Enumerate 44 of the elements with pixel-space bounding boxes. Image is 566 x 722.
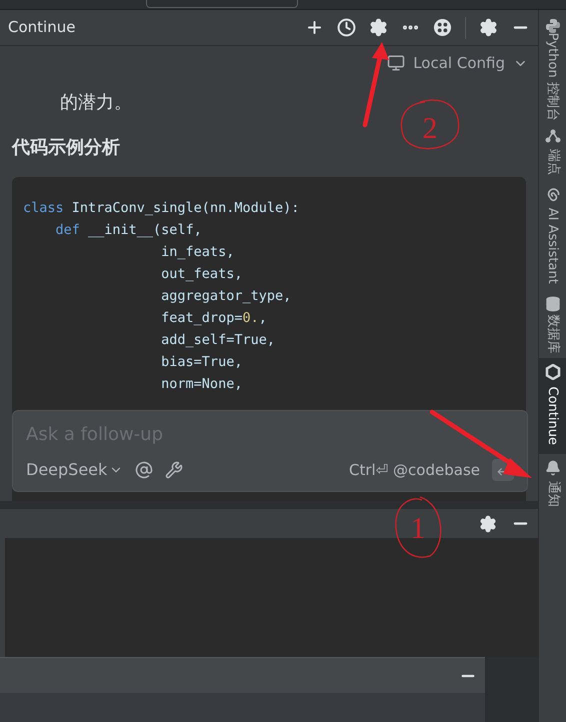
add-icon[interactable] bbox=[305, 18, 324, 37]
wrench-icon[interactable] bbox=[165, 461, 184, 479]
sidebar-tab-label: 端点 bbox=[544, 149, 562, 175]
monitor-icon bbox=[387, 54, 406, 72]
database-icon bbox=[544, 296, 560, 312]
python-icon bbox=[544, 18, 560, 34]
code-line: def __init__(self, bbox=[54, 220, 203, 240]
chat-text: 的潜力。 bbox=[60, 90, 133, 114]
grid-dots-icon[interactable] bbox=[433, 18, 452, 37]
panel-title: Continue bbox=[8, 17, 76, 38]
sidebar-tab-label: Python 控制台 bbox=[544, 32, 562, 122]
sidebar-tab[interactable]: Continue bbox=[538, 358, 566, 454]
sidebar-tab-label: AI Assistant bbox=[544, 208, 562, 284]
code-line: aggregator_type, bbox=[160, 286, 292, 306]
code-line: bias=True, bbox=[160, 352, 244, 372]
history-icon[interactable] bbox=[337, 18, 356, 37]
code-line: out_feats, bbox=[160, 264, 244, 284]
toolbar-field[interactable] bbox=[146, 0, 298, 8]
sidebar-tab[interactable]: 端点 bbox=[538, 122, 566, 182]
nodes-icon bbox=[544, 128, 560, 144]
sidebar-tab-label: 数据库 bbox=[544, 314, 562, 354]
config-selector[interactable]: Local Config bbox=[387, 52, 528, 74]
settings-icon[interactable] bbox=[369, 18, 388, 37]
shortcut-hint: Ctrl⏎ @codebase bbox=[349, 460, 480, 481]
code-line: feat_drop=0., bbox=[160, 308, 268, 328]
model-selector[interactable]: DeepSeek bbox=[26, 458, 124, 482]
code-line: in_feats, bbox=[160, 242, 236, 262]
code-line: norm=None, bbox=[160, 374, 244, 394]
annotation-number: 2 bbox=[422, 112, 438, 145]
sidebar-tab-label: 通知 bbox=[544, 481, 562, 507]
sidebar-tab-label: Continue bbox=[544, 386, 562, 446]
bell-icon bbox=[544, 460, 560, 476]
sidebar-tab[interactable]: Python 控制台 bbox=[538, 12, 566, 122]
mention-icon[interactable] bbox=[135, 461, 154, 479]
settings-icon[interactable] bbox=[479, 18, 498, 37]
sidebar-tab[interactable]: AI Assistant bbox=[538, 182, 566, 290]
code-line: class IntraConv_single(nn.Module): bbox=[23, 198, 300, 218]
section-heading: 代码示例分析 bbox=[12, 136, 121, 160]
sidebar-tab[interactable]: 数据库 bbox=[538, 290, 566, 358]
code-line: add_self=True, bbox=[160, 330, 276, 350]
settings-icon[interactable] bbox=[479, 514, 497, 532]
hexagon-icon bbox=[544, 364, 560, 380]
sidebar-tab[interactable]: 通知 bbox=[538, 454, 566, 514]
annotation-number: 1 bbox=[410, 512, 426, 545]
